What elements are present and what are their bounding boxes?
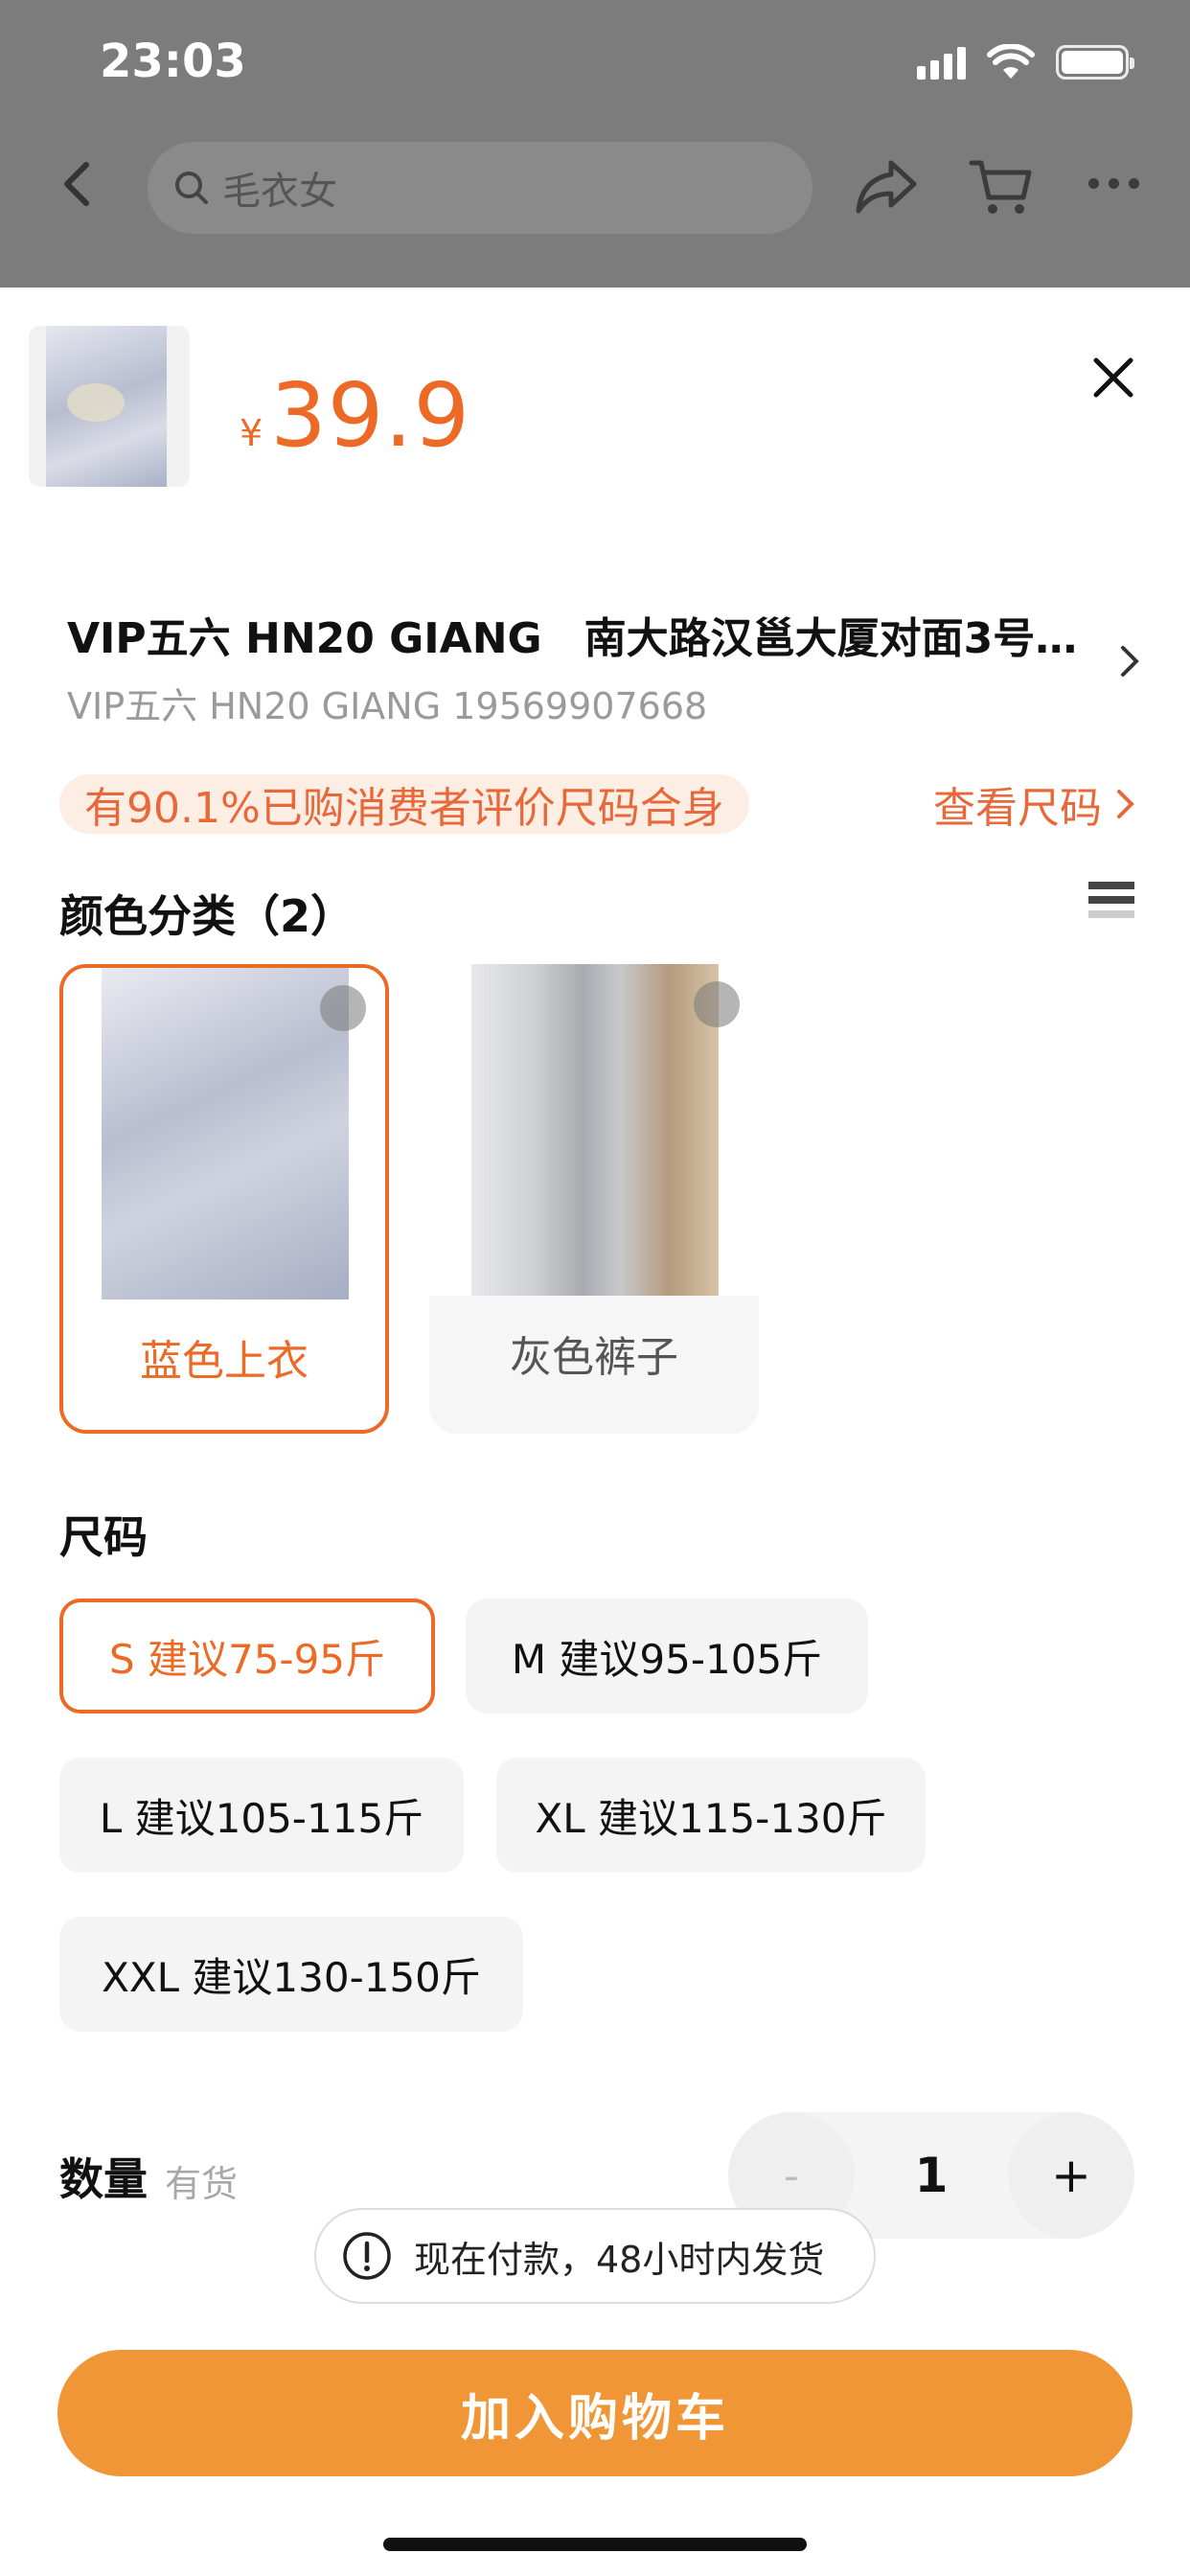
color-option-gray-pants[interactable]: 灰色裤子 (429, 964, 759, 1434)
price: ¥ 39.9 (240, 364, 470, 467)
size-chart-link[interactable]: 查看尺码 (933, 774, 1136, 834)
share-icon[interactable] (853, 155, 920, 217)
more-icon[interactable] (1088, 178, 1139, 189)
shipping-notice: 现在付款，48小时内发货 (314, 2208, 876, 2304)
address-line2: VIP五六 HN20 GIANG 19569907668 (67, 685, 708, 727)
expand-icon[interactable] (320, 985, 366, 1031)
size-option-s[interactable]: S 建议75-95斤 (59, 1598, 435, 1714)
chevron-right-icon (1121, 646, 1139, 677)
price-value: 39.9 (270, 364, 471, 467)
status-time: 23:03 (100, 34, 246, 88)
search-input[interactable]: 毛衣女 (148, 142, 812, 234)
search-icon (175, 172, 208, 204)
color-option-blue-top[interactable]: 蓝色上衣 (59, 964, 389, 1434)
address-line1: VIP五六 HN20 GIANG 南大路汉邕大厦对面3号... (67, 614, 1083, 663)
size-option-xl[interactable]: XL 建议115-130斤 (496, 1758, 926, 1873)
status-bar: 23:03 (0, 0, 1190, 125)
shipping-notice-text: 现在付款，48小时内发货 (414, 2238, 825, 2281)
size-option-xxl[interactable]: XXL 建议130-150斤 (59, 1917, 523, 2032)
address-selector[interactable]: VIP五六 HN20 GIANG 南大路汉邕大厦对面3号... VIP五六 HN… (67, 604, 1150, 729)
back-icon[interactable] (50, 155, 107, 213)
fit-rate-tag: 有90.1%已购消费者评价尺码合身 (59, 774, 749, 834)
signal-icon (917, 45, 966, 80)
color-section-title: 颜色分类（2） (59, 890, 355, 942)
color-option-label: 灰色裤子 (510, 1333, 678, 1382)
size-option-m[interactable]: M 建议95-105斤 (466, 1598, 868, 1714)
exclamation-icon (343, 2232, 391, 2280)
list-view-icon[interactable] (1088, 882, 1134, 918)
search-placeholder: 毛衣女 (222, 170, 337, 214)
product-thumbnail[interactable] (29, 326, 190, 487)
status-icons (917, 44, 1134, 80)
stock-status: 有货 (165, 2163, 239, 2205)
add-to-cart-button[interactable]: 加入购物车 (57, 2350, 1133, 2476)
sku-sheet: ¥ 39.9 VIP五六 HN20 GIANG 南大路汉邕大厦对面3号... V… (0, 288, 1190, 2576)
quantity-increase-button[interactable]: + (1008, 2112, 1134, 2239)
cart-icon[interactable] (968, 153, 1035, 220)
size-section-title: 尺码 (59, 1511, 148, 1563)
wifi-icon (987, 44, 1035, 79)
size-chart-label: 查看尺码 (933, 784, 1102, 833)
expand-icon[interactable] (694, 981, 740, 1027)
nav-bar: 毛衣女 (0, 134, 1190, 240)
quantity-label: 数量 (59, 2153, 148, 2205)
currency-symbol: ¥ (240, 412, 263, 454)
color-option-label: 蓝色上衣 (140, 1337, 309, 1386)
chevron-right-icon (1117, 790, 1134, 818)
home-indicator[interactable] (383, 2538, 807, 2551)
battery-icon (1056, 45, 1134, 80)
size-option-l[interactable]: L 建议105-115斤 (59, 1758, 464, 1873)
close-icon[interactable] (1090, 355, 1136, 401)
quantity-value[interactable]: 1 (862, 2112, 1000, 2239)
